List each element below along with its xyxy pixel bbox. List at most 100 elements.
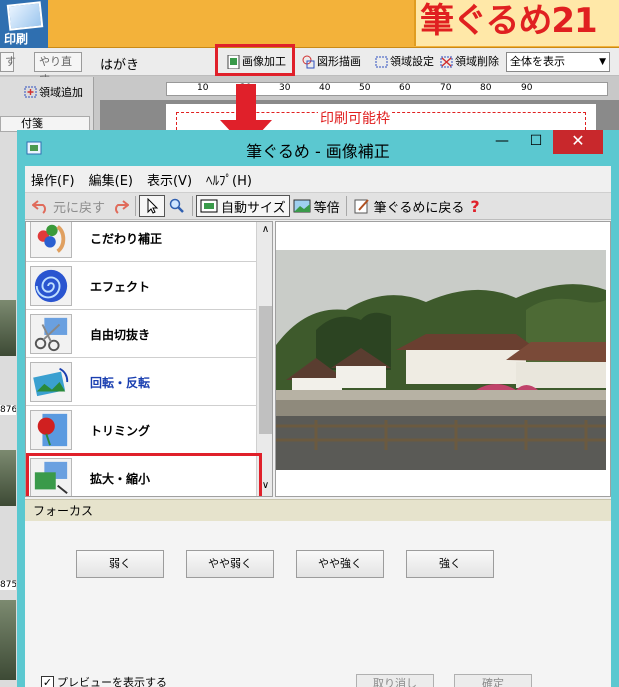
show-preview-label: プレビューを表示する <box>57 676 167 687</box>
actual-size-button[interactable]: 等倍 <box>290 194 343 218</box>
list-item-label: 自由切抜き <box>90 328 151 342</box>
area-settings-icon <box>375 56 388 68</box>
record-number: 876 <box>0 405 16 415</box>
focus-section-header: フォーカス <box>25 499 611 521</box>
print-area-label: 印刷可能枠 <box>318 108 392 128</box>
return-label: 筆ぐるめに戻る <box>373 200 465 216</box>
rotate-icon <box>30 362 72 402</box>
show-preview-option[interactable]: ✓ プレビューを表示する <box>41 674 167 687</box>
image-edit-highlight <box>215 44 295 76</box>
print-app-button[interactable]: 印刷 <box>0 0 48 48</box>
rotate-highlight <box>26 453 262 496</box>
ruler-tick: 30 <box>279 83 291 93</box>
image-preview <box>275 221 611 497</box>
view-select[interactable]: 全体を表示 ▼ <box>506 52 610 72</box>
document-type-label: はがき <box>100 58 140 73</box>
thumbnail[interactable] <box>0 450 16 506</box>
dialog-client: 操作(F) 編集(E) 表示(V) ﾍﾙﾌﾟ(H) 元に戻す 自動サイズ 等倍 … <box>25 166 611 687</box>
preview-photo[interactable] <box>276 250 606 470</box>
undo-arrow-icon <box>32 200 46 214</box>
image-correction-dialog: 筆ぐるめ - 画像補正 — ☐ ✕ 操作(F) 編集(E) 表示(V) ﾍﾙﾌﾟ… <box>17 130 619 687</box>
print-label: 印刷 <box>4 32 29 46</box>
list-item-label: こだわり補正 <box>90 232 163 246</box>
help-button[interactable]: ? <box>467 194 482 218</box>
area-add-label: 領域追加 <box>39 86 83 99</box>
focus-panel <box>25 521 611 687</box>
show-preview-checkbox[interactable]: ✓ <box>41 675 54 687</box>
actual-size-icon <box>293 199 311 213</box>
toolbar-separator <box>135 196 137 216</box>
shape-draw-button[interactable]: 図形描画 <box>302 52 361 72</box>
cancel-button[interactable]: 取り消し <box>356 674 434 687</box>
ruler-tick: 80 <box>480 83 492 93</box>
select-tool-button[interactable] <box>139 195 166 217</box>
pen-paper-icon <box>354 199 369 214</box>
record-number: 875 <box>0 580 16 590</box>
undo-button[interactable]: 元に戻す <box>29 194 108 218</box>
focus-slightly-strong-button[interactable]: やや強く <box>296 550 384 578</box>
menu-edit[interactable]: 編集(E) <box>89 170 133 189</box>
redo-arrow-icon <box>115 200 130 214</box>
menu-bar: 操作(F) 編集(E) 表示(V) ﾍﾙﾌﾟ(H) <box>25 166 611 192</box>
maximize-button[interactable]: ☐ <box>519 130 553 154</box>
return-to-fudegurume-button[interactable]: 筆ぐるめに戻る <box>350 194 468 218</box>
dialog-title-bar[interactable]: 筆ぐるめ - 画像補正 — ☐ ✕ <box>17 130 619 166</box>
thumbnail[interactable] <box>0 300 16 356</box>
auto-size-icon <box>200 199 218 213</box>
focus-slightly-weak-button[interactable]: やや弱く <box>186 550 274 578</box>
list-item-label: トリミング <box>90 424 151 438</box>
zoom-tool-button[interactable] <box>165 194 189 218</box>
area-add-icon <box>24 86 37 98</box>
area-delete-label: 領域削除 <box>455 55 499 68</box>
focus-weak-button[interactable]: 弱く <box>76 550 164 578</box>
ruler-tick: 10 <box>197 83 209 93</box>
thumbnail[interactable] <box>0 600 16 680</box>
actual-size-label: 等倍 <box>313 200 340 216</box>
auto-size-button[interactable]: 自動サイズ <box>196 195 290 217</box>
scissors-icon <box>30 314 72 354</box>
swirl-icon <box>30 266 72 306</box>
list-item-rotate-flip[interactable]: 回転・反転 <box>26 358 256 406</box>
list-item-effect[interactable]: エフェクト <box>26 262 256 310</box>
ruler-tick: 70 <box>440 83 452 93</box>
menu-operation[interactable]: 操作(F) <box>31 170 75 189</box>
ruler-tick: 40 <box>319 83 331 93</box>
column-header-label: 付箋 <box>21 117 43 130</box>
app-logo: 筆ぐるめ21 <box>420 1 598 41</box>
ok-button[interactable]: 確定 <box>454 674 532 687</box>
ruler-tick: 90 <box>521 83 533 93</box>
menu-view[interactable]: 表示(V) <box>147 170 192 189</box>
rose-icon <box>30 410 72 450</box>
view-select-value: 全体を表示 <box>510 55 565 68</box>
toolbar-separator <box>192 196 194 216</box>
close-button[interactable]: ✕ <box>553 130 603 154</box>
scroll-up-icon[interactable]: ∧ <box>257 222 272 238</box>
palette-icon <box>30 222 72 258</box>
undo-label: 元に戻す <box>53 200 106 216</box>
function-list: こだわり補正 エフェクト 自由切抜き 回転・反転 トリミング 拡大・縮小 ∧ ∨ <box>25 221 273 497</box>
list-item-trimming[interactable]: トリミング <box>26 406 256 454</box>
ruler-tick: 50 <box>359 83 371 93</box>
focus-strong-button[interactable]: 強く <box>406 550 494 578</box>
magnifier-icon <box>169 198 184 213</box>
shape-draw-label: 図形描画 <box>317 55 361 68</box>
dialog-toolbar: 元に戻す 自動サイズ 等倍 筆ぐるめに戻る ? <box>25 192 611 220</box>
help-icon: ? <box>470 196 480 216</box>
list-item-kodawari[interactable]: こだわり補正 <box>26 222 256 262</box>
redo-button[interactable]: やり直す <box>34 52 82 86</box>
redo-button[interactable] <box>108 194 132 218</box>
scrollbar-thumb[interactable] <box>259 306 272 434</box>
shape-icon <box>302 55 315 69</box>
undo-button[interactable]: す <box>0 52 16 72</box>
list-item-label: エフェクト <box>90 280 151 294</box>
minimize-button[interactable]: — <box>485 130 519 154</box>
menu-help[interactable]: ﾍﾙﾌﾟ(H) <box>206 170 252 189</box>
cursor-icon <box>147 198 159 214</box>
area-settings-button[interactable]: 領域設定 <box>375 52 434 72</box>
ruler-tick: 60 <box>399 83 411 93</box>
area-add-button[interactable]: 領域追加 <box>24 84 83 100</box>
list-item-free-cut[interactable]: 自由切抜き <box>26 310 256 358</box>
area-delete-button[interactable]: 領域削除 <box>440 52 499 72</box>
photo-icon <box>6 1 44 31</box>
auto-size-label: 自動サイズ <box>221 200 286 216</box>
